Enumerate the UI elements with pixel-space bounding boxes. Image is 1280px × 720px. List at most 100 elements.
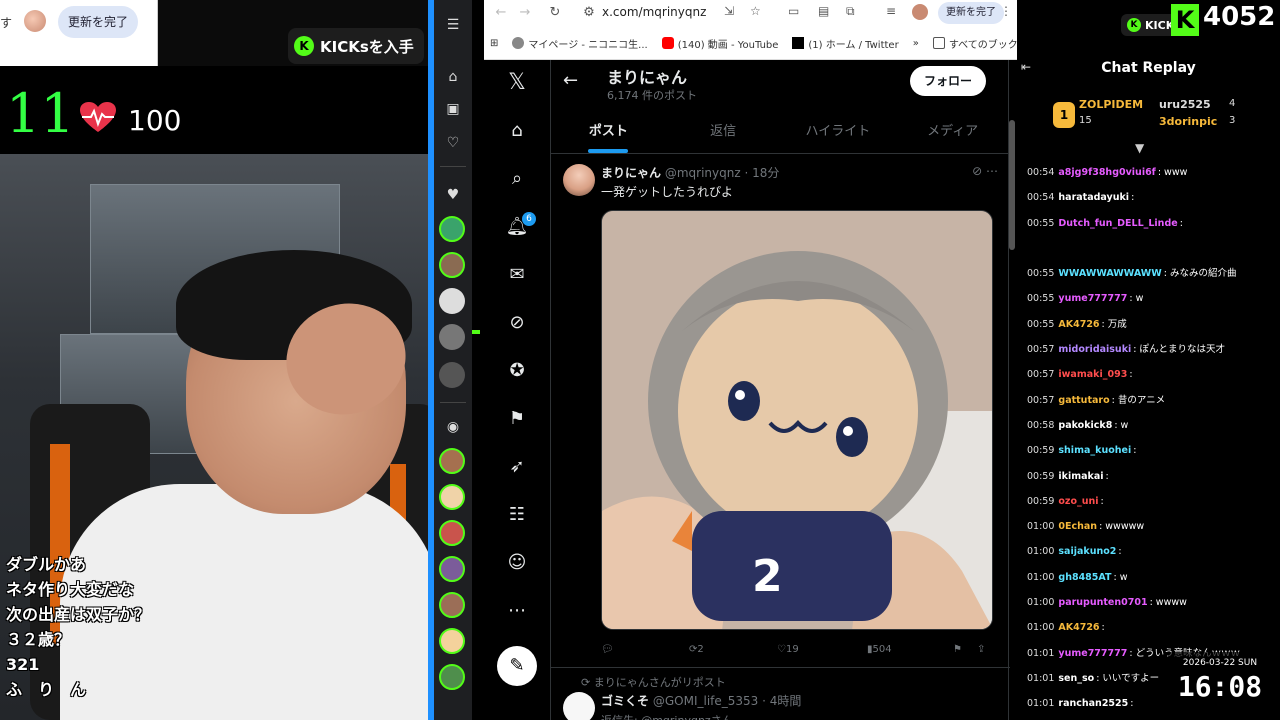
scrollbar[interactable] [1009,120,1015,250]
heart-filled-icon[interactable]: ♥ [440,182,466,208]
avatar[interactable] [439,664,465,690]
bookmark-icon[interactable]: ⚑ [953,644,962,655]
home-icon[interactable]: ⌂ [504,118,530,144]
mini-update-button[interactable]: 更新を完了 [58,6,139,38]
grok-icon[interactable]: ⊘ [504,310,530,336]
tweet[interactable]: まりにゃん @mqrinyqnz · 18分 ⊘ ⋯ 一発ゲットしたうれぴよ 2… [551,154,1010,668]
message-user[interactable]: shima_kuohei [1058,445,1131,456]
message-user[interactable]: midoridaisuki [1058,344,1131,355]
home-icon[interactable]: ⌂ [440,64,466,90]
more-icon[interactable]: ⋯ [504,598,530,624]
update-button[interactable]: 更新を完了 [938,2,1004,24]
avatar[interactable] [439,592,465,618]
message-user[interactable]: haratadayuki [1058,192,1129,203]
message-user[interactable]: parupunten0701 [1058,597,1147,608]
message-user[interactable]: AK4726 [1058,622,1099,633]
forward-icon[interactable]: → [516,4,534,22]
message-user[interactable]: gh8485AT [1058,572,1111,583]
avatar[interactable] [439,362,465,388]
leaderboard: 1 ZOLPIDEM 15 uru2525 4 3dorinpic 3 [1017,94,1280,140]
tweet-author[interactable]: まりにゃん [601,166,661,180]
message-user[interactable]: AK4726 [1058,319,1099,330]
bookmark-item[interactable]: マイページ - ニコニコ生... [512,36,648,51]
profile-avatar[interactable] [912,4,928,20]
install-icon[interactable]: ⇲ [724,4,734,18]
tab-highlights[interactable]: ハイライト [781,110,896,153]
message-body: : wwww [1149,597,1187,609]
message-user[interactable]: yume777777 [1058,648,1127,659]
avatar[interactable] [439,556,465,582]
avatar[interactable] [563,164,595,196]
back-arrow-icon[interactable]: ← [563,70,578,91]
reload-icon[interactable]: ↻ [546,4,564,22]
avatar[interactable] [439,484,465,510]
avatar[interactable] [24,10,46,32]
tweet-photo[interactable]: 2 [601,210,993,630]
bookmark-item[interactable]: (1) ホーム / Twitter [792,36,899,51]
bookmark-item[interactable]: (140) 動画 - YouTube [661,36,778,51]
live-icon[interactable]: ◉ [440,414,466,440]
message-user[interactable]: pakokick8 [1058,420,1112,431]
favorite-icon[interactable]: ♡ [440,130,466,156]
avatar[interactable] [439,448,465,474]
message-user[interactable]: Dutch_fun_DELL_Linde [1058,218,1177,229]
filter-icon[interactable]: ▼ [1135,141,1144,155]
premium-icon[interactable]: ✪ [504,358,530,384]
compose-post-button[interactable]: ✎ [497,646,537,686]
back-icon[interactable]: ← [492,4,510,22]
message-user[interactable]: yume777777 [1058,293,1127,304]
avatar[interactable] [439,324,465,350]
reading-list-icon[interactable]: ≡ [886,4,896,18]
message-user[interactable]: 0Echan [1058,521,1097,532]
leader-user[interactable]: 3dorinpic [1159,115,1217,128]
inbox-icon[interactable]: ▣ [440,96,466,122]
x-logo-icon[interactable]: 𝕏 [504,70,530,96]
reply-icon[interactable]: 💬︎ [601,644,614,655]
share-icon[interactable]: ⇪ [977,644,985,655]
views-button[interactable]: ▮ 504 [867,644,892,655]
tab-posts[interactable]: ポスト [551,110,666,153]
leader-user[interactable]: uru2525 [1159,98,1211,111]
cast-icon[interactable]: ▭ [788,4,799,18]
message-user[interactable]: WWAWWAWWAWW [1058,268,1161,279]
message-user[interactable]: saijakuno2 [1058,546,1116,557]
message-user[interactable]: ikimakai [1058,471,1103,482]
avatar[interactable] [439,252,465,278]
message-user[interactable]: sen_so [1058,673,1094,684]
like-button[interactable]: ♡ 19 [777,644,799,655]
menu-icon[interactable]: ☰ [440,12,466,38]
message-user[interactable]: iwamaki_093 [1058,369,1127,380]
lists-icon[interactable]: ☷ [504,502,530,528]
messages-icon[interactable]: ✉ [504,262,530,288]
message-user[interactable]: a8jg9f38hg0viui6f [1058,167,1155,178]
more-menu-icon[interactable]: ⋮ [1000,4,1012,18]
message-user[interactable]: gattutaro [1058,395,1109,406]
apps-icon[interactable]: ⊞ [490,38,498,49]
profile-icon[interactable]: ☺ [504,550,530,576]
tweet-author[interactable]: ゴミくそ [601,694,649,708]
bookmarks-overflow-icon[interactable]: » [913,38,919,49]
extensions-icon[interactable]: ⧉ [846,4,855,19]
avatar[interactable] [439,520,465,546]
tab-media[interactable]: メディア [895,110,1010,153]
avatar[interactable] [439,628,465,654]
avatar[interactable] [439,288,465,314]
retweet-button[interactable]: ⟳ 2 [689,644,704,655]
avatar[interactable] [563,692,595,720]
site-info-icon[interactable]: ⚙ [580,4,598,22]
tweet[interactable]: ⟳ まりにゃんさんがリポスト ゴミくそ @GOMI_life_5353 · 4時… [551,670,1010,720]
grok-and-more-icons[interactable]: ⊘ ⋯ [972,164,998,178]
bookmarks-icon[interactable]: ⚑ [504,406,530,432]
follow-button[interactable]: フォロー [909,66,986,96]
tab-replies[interactable]: 返信 [666,110,781,153]
avatar[interactable] [439,216,465,242]
bookmark-star-icon[interactable]: ☆ [750,4,761,18]
rocket-icon[interactable]: ➶ [504,454,530,480]
pdf-icon[interactable]: ▤ [818,4,829,18]
leader-user[interactable]: ZOLPIDEM [1079,98,1143,111]
message-user[interactable]: ranchan2525 [1058,698,1128,709]
kicks-button[interactable]: K KICKsを入手 [288,28,424,64]
search-icon[interactable]: ⌕ [504,166,530,192]
message-time: 01:00 [1027,521,1055,533]
message-user[interactable]: ozo_uni [1058,496,1098,507]
